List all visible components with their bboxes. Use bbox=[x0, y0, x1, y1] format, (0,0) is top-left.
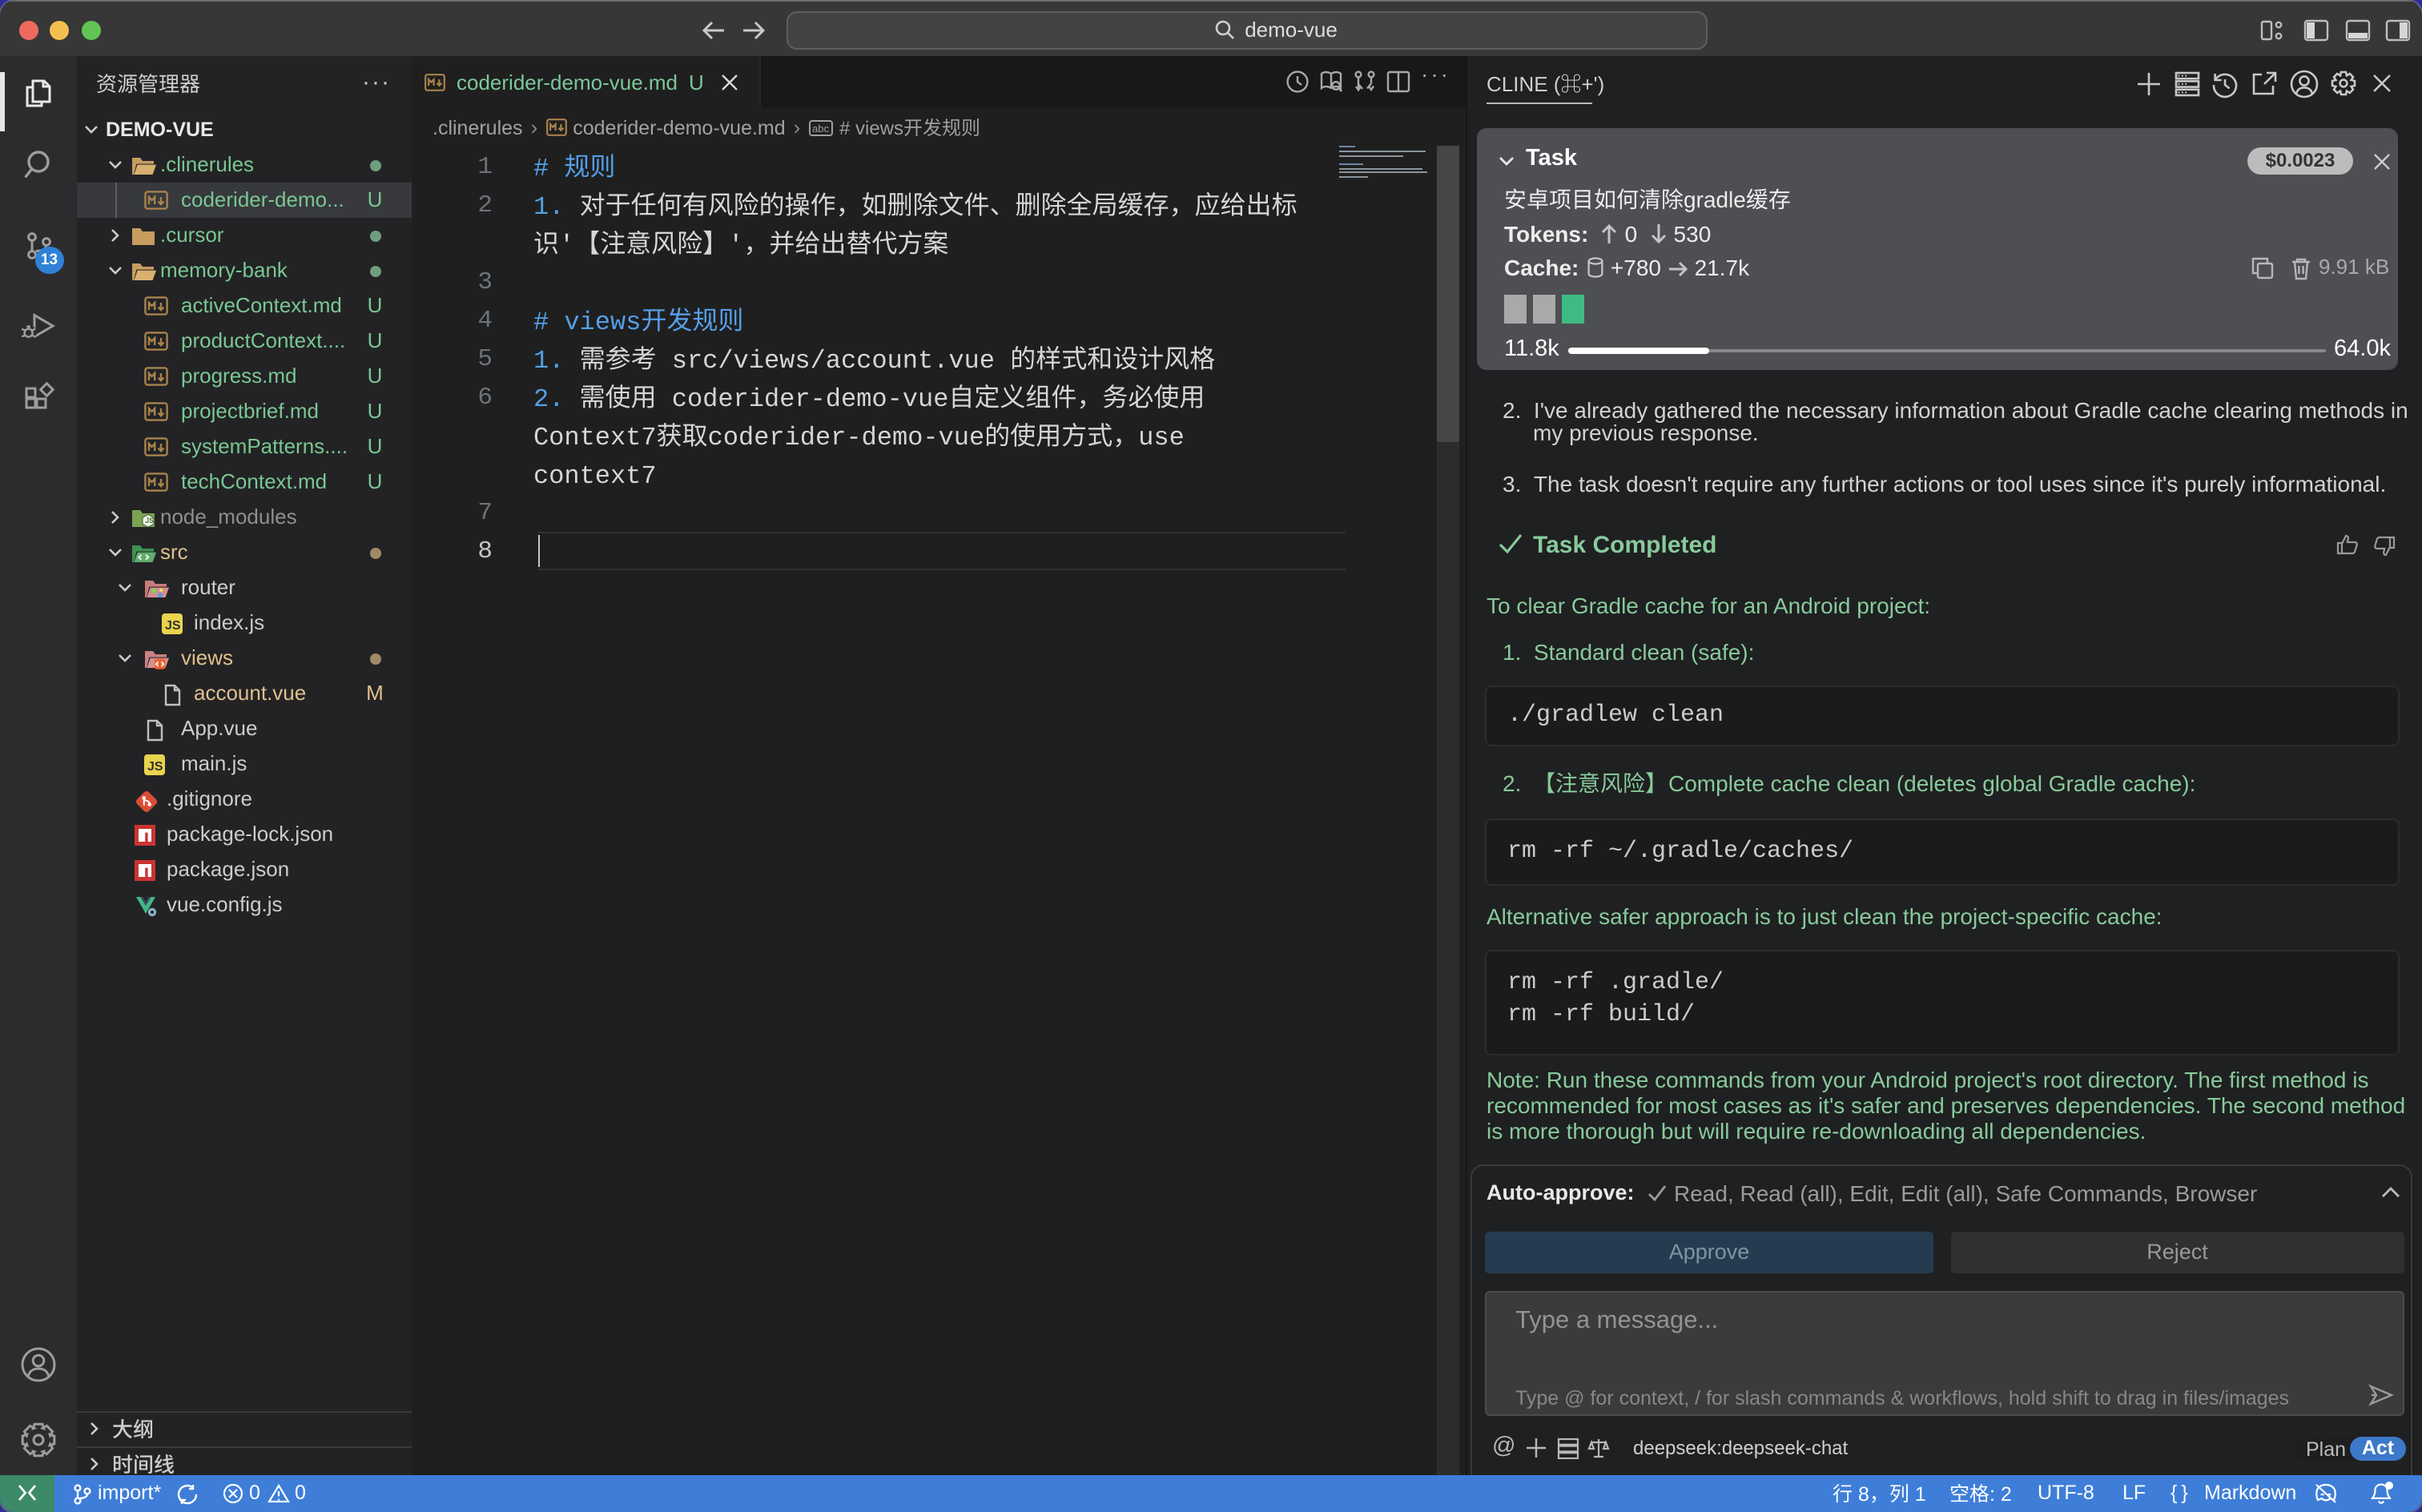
svg-text:JS: JS bbox=[165, 618, 181, 632]
svg-text:abc: abc bbox=[811, 122, 828, 134]
svg-text:JS: JS bbox=[145, 516, 154, 524]
svg-text:JS: JS bbox=[147, 759, 163, 773]
